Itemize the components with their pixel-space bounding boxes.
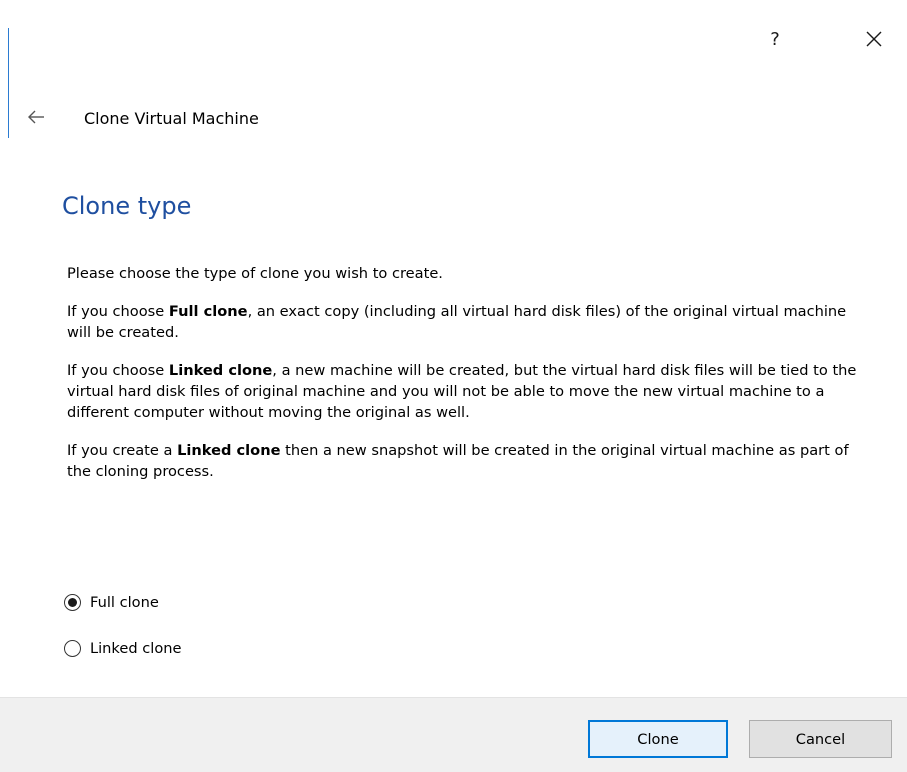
snapshot-paragraph: If you create a Linked clone then a new … [67,440,857,482]
page-heading: Clone type [62,192,192,220]
clone-button[interactable]: Clone [588,720,728,758]
linked-clone-label[interactable]: Linked clone [90,640,181,657]
linked-clone-paragraph: If you choose Linked clone, a new machin… [67,360,857,423]
close-icon [866,31,882,47]
description-text: Please choose the type of clone you wish… [67,263,857,499]
help-label: ? [770,28,780,50]
back-arrow-icon [28,110,44,124]
help-button[interactable]: ? [757,24,793,54]
window-edge [8,28,9,138]
intro-paragraph: Please choose the type of clone you wish… [67,265,443,282]
back-button[interactable] [22,104,50,130]
linked-para-before: If you choose [67,362,169,379]
clone-vm-dialog: ? Clone Virtual Machine Clone type Pleas… [0,0,907,772]
full-para-before: If you choose [67,303,169,320]
radio-dot-icon [68,598,77,607]
linked-clone-radio[interactable]: Linked clone [64,640,181,657]
linked-para-bold: Linked clone [168,362,273,379]
radio-selected-icon[interactable] [64,594,81,611]
full-clone-radio[interactable]: Full clone [64,594,159,611]
full-clone-paragraph: If you choose Full clone, an exact copy … [67,301,857,343]
full-clone-label[interactable]: Full clone [90,594,159,611]
snapshot-para-bold: Linked clone [177,442,281,459]
snapshot-para-before: If you create a [67,442,178,459]
wizard-title: Clone Virtual Machine [84,109,259,128]
radio-unselected-icon[interactable] [64,640,81,657]
full-para-bold: Full clone [168,303,248,320]
cancel-button[interactable]: Cancel [749,720,892,758]
close-button[interactable] [856,24,892,54]
